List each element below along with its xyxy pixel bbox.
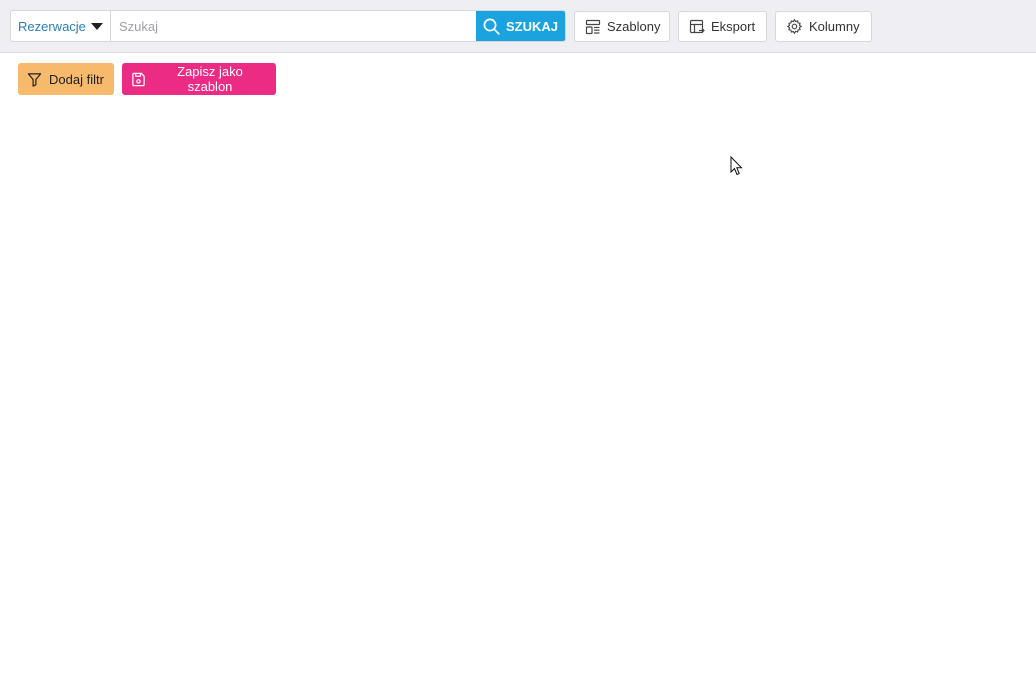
search-button[interactable]: SZUKAJ — [476, 11, 565, 41]
save-template-button[interactable]: Zapisz jako szablon — [122, 63, 276, 95]
export-button[interactable]: Eksport — [678, 11, 767, 42]
export-icon — [689, 19, 705, 35]
scope-select[interactable]: Rezerwacje — [11, 11, 111, 41]
scope-select-value: Rezerwacje — [18, 18, 86, 34]
filter-icon — [27, 72, 42, 87]
add-filter-button[interactable]: Dodaj filtr — [18, 63, 114, 95]
mouse-cursor-icon — [730, 156, 744, 177]
templates-icon — [585, 19, 601, 35]
add-filter-label: Dodaj filtr — [49, 71, 104, 87]
search-input[interactable] — [111, 11, 476, 41]
templates-button[interactable]: Szablony — [574, 11, 670, 42]
search-button-label: SZUKAJ — [505, 18, 558, 34]
gear-icon — [786, 18, 803, 35]
export-label: Eksport — [711, 19, 756, 34]
columns-button[interactable]: Kolumny — [775, 11, 872, 42]
top-toolbar: Rezerwacje SZUKAJ Szablony — [0, 0, 1036, 53]
save-template-label: Zapisz jako szablon — [177, 64, 243, 94]
templates-label: Szablony — [607, 19, 661, 34]
search-group: Rezerwacje SZUKAJ — [10, 10, 566, 42]
search-icon — [483, 18, 500, 35]
columns-label: Kolumny — [809, 19, 860, 34]
save-icon — [131, 72, 146, 87]
caret-down-icon — [90, 22, 103, 30]
